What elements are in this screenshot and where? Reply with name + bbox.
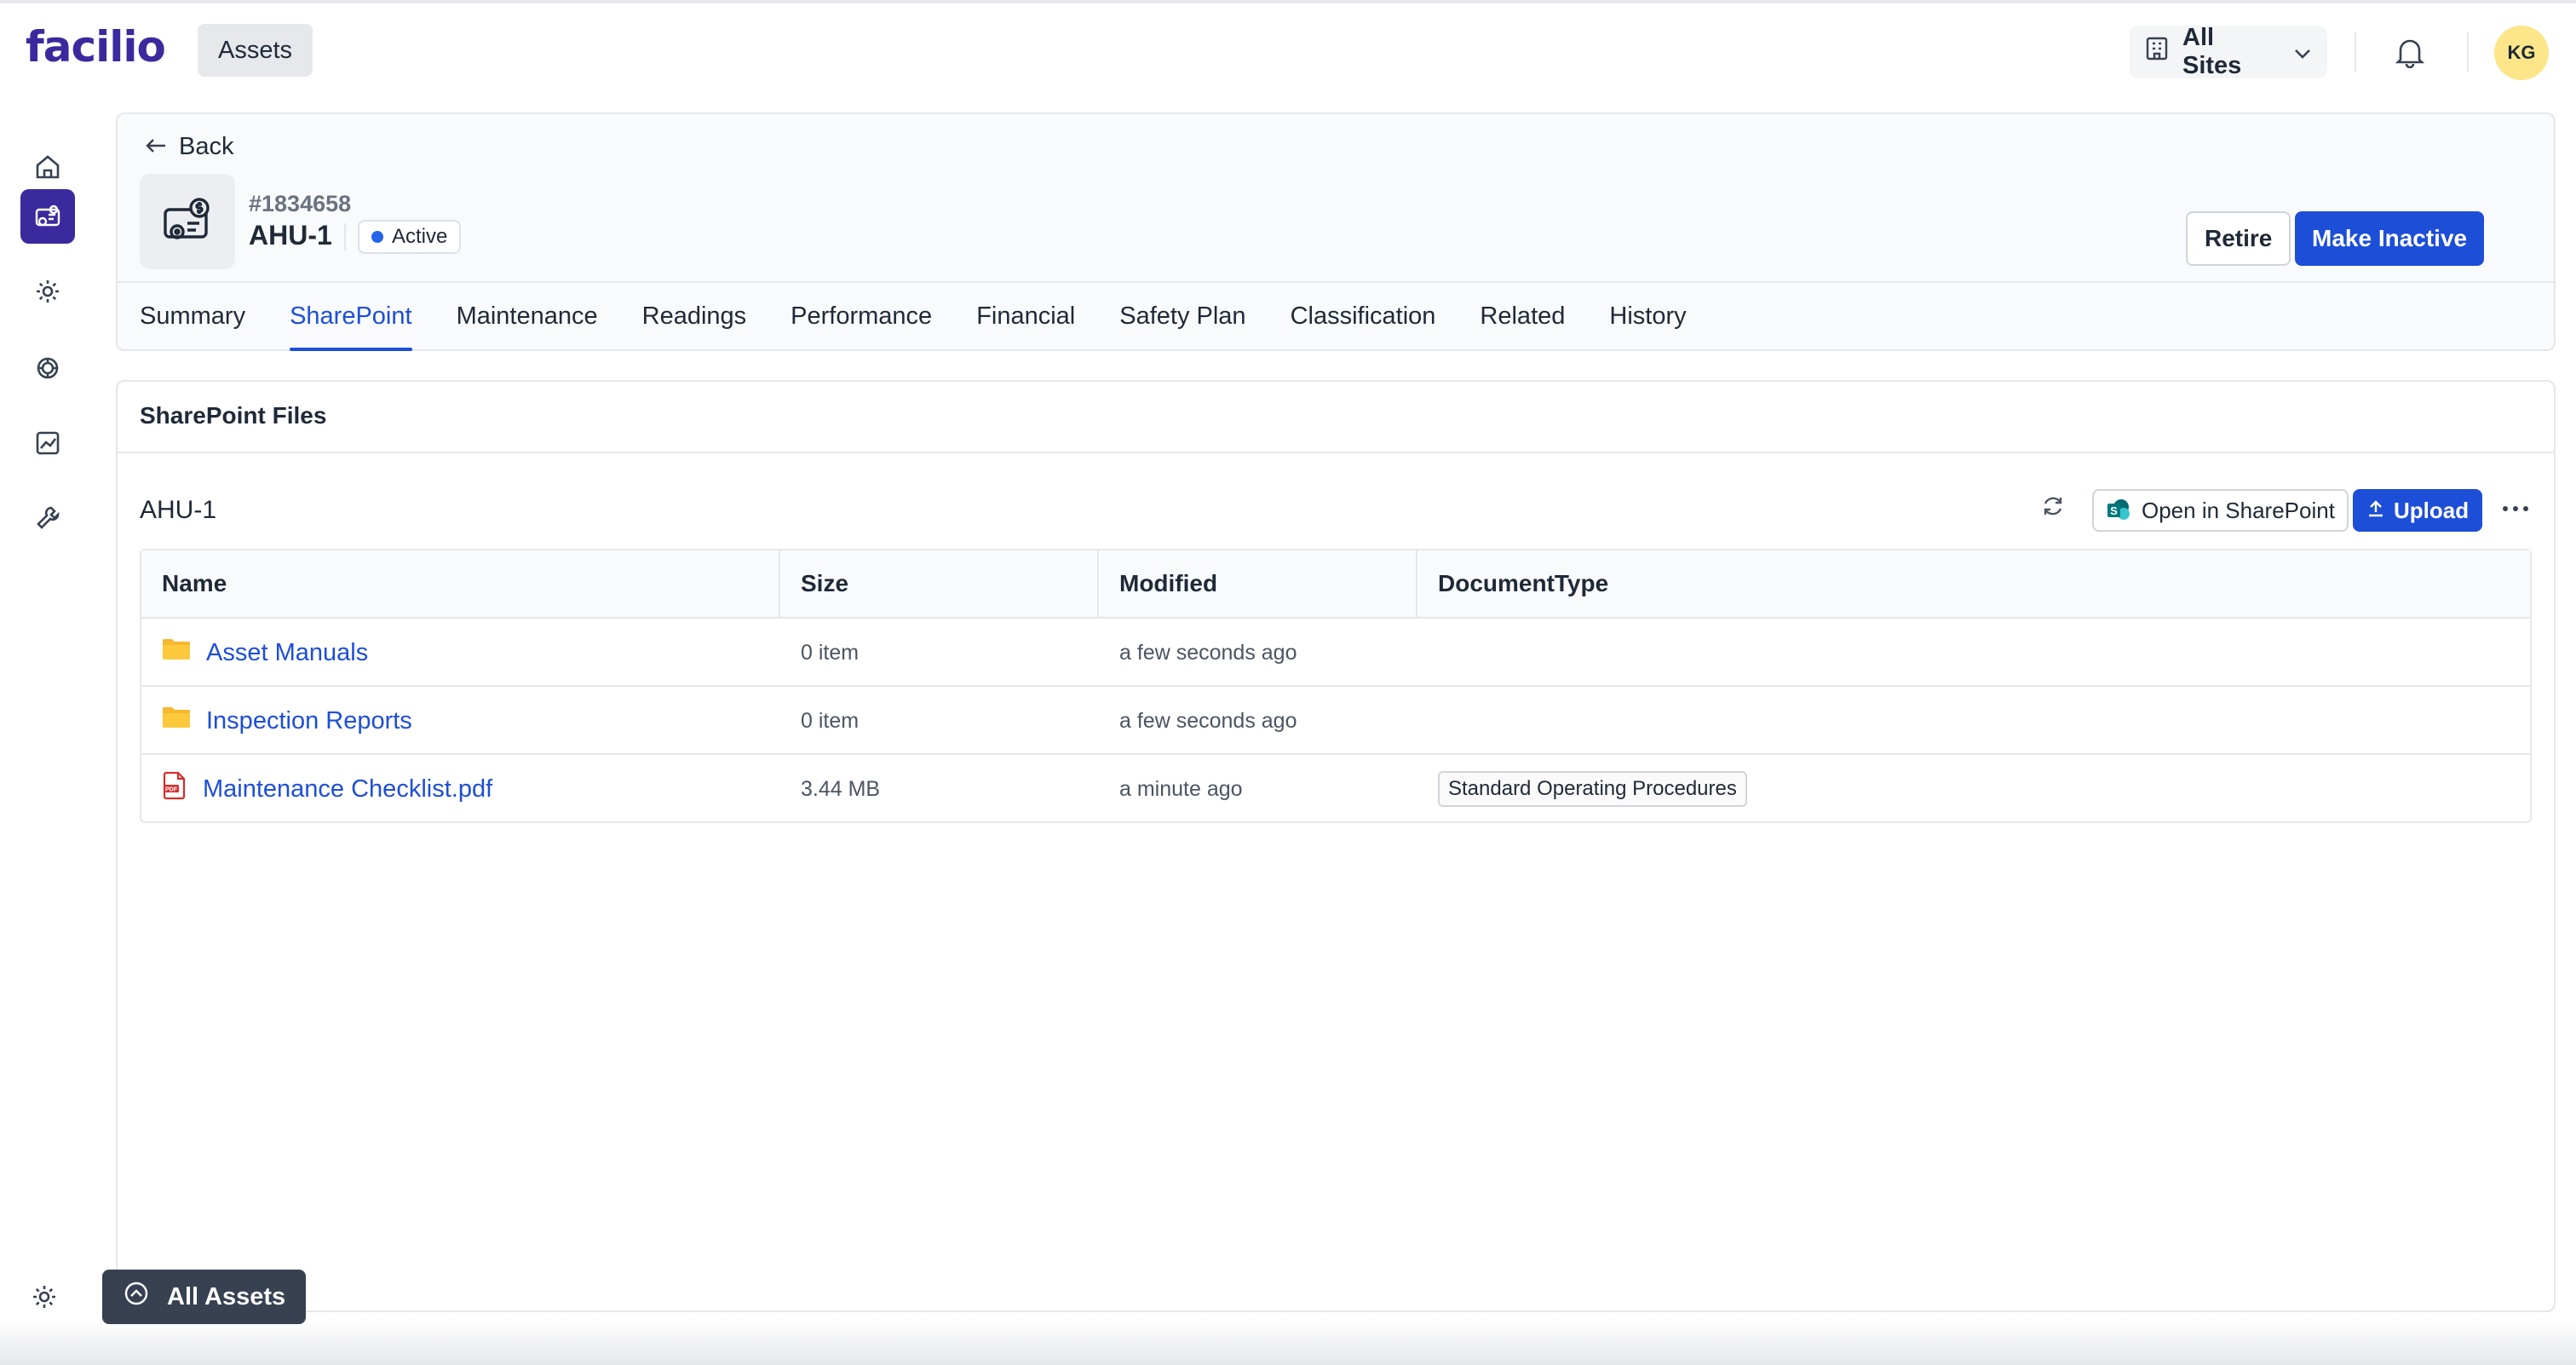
document-type-cell: Standard Operating Procedures [1438,755,1747,823]
back-button[interactable]: Back [145,133,233,161]
column-header-size[interactable]: Size [780,550,848,617]
assets-icon[interactable] [20,189,75,244]
asset-header-card: Back #1834658 AHU-1 Active Retire Make I… [116,112,2556,351]
status-badge: Active [358,220,462,254]
tab-financial[interactable]: Financial [954,281,1097,351]
avatar-initials: KG [2507,42,2536,63]
tab-maintenance[interactable]: Maintenance [434,281,620,351]
arrow-left-icon [145,133,167,161]
table-row[interactable]: PDF Maintenance Checklist.pdf 3.44 MB a … [141,755,2530,823]
title-divider [344,223,346,251]
column-header-document-type[interactable]: DocumentType [1417,550,1608,617]
asset-tabs: Summary SharePoint Maintenance Readings … [140,281,1709,351]
components-icon[interactable] [20,341,75,395]
column-header-modified[interactable]: Modified [1099,550,1217,617]
refresh-icon[interactable] [2041,494,2065,522]
sharepoint-logo-icon: S [2106,498,2131,523]
upload-label: Upload [2394,497,2470,523]
settings-icon[interactable] [31,1283,58,1315]
retire-label: Retire [2205,225,2273,251]
column-header-name[interactable]: Name [141,550,227,617]
more-horizontal-icon[interactable] [2503,506,2528,511]
file-name-link[interactable]: Asset Manuals [206,639,368,667]
header-divider [2355,32,2356,72]
user-avatar[interactable]: KG [2494,26,2549,80]
svg-text:PDF: PDF [165,787,178,793]
upload-button[interactable]: Upload [2353,489,2483,532]
file-name-cell[interactable]: PDF Maintenance Checklist.pdf [162,755,492,823]
upload-icon [2366,498,2385,524]
tools-icon[interactable] [20,491,75,545]
all-assets-label: All Assets [167,1282,286,1310]
bottom-edge [0,1319,2576,1365]
table-row[interactable]: Inspection Reports 0 item a few seconds … [141,687,2530,755]
tab-readings[interactable]: Readings [620,281,769,351]
document-type-tag: Standard Operating Procedures [1438,771,1747,807]
analytics-icon[interactable] [20,416,75,470]
tab-related[interactable]: Related [1458,281,1587,351]
section-divider [118,452,2554,453]
site-selector-label: All Sites [2182,24,2242,79]
pdf-file-icon: PDF [162,771,187,807]
building-icon [2145,36,2169,68]
tab-summary[interactable]: Summary [140,281,267,351]
asset-name: AHU-1 [249,220,332,251]
make-inactive-label: Make Inactive [2312,225,2468,251]
folder-icon [162,637,191,668]
file-name-link[interactable]: Maintenance Checklist.pdf [203,775,492,803]
table-row[interactable]: Asset Manuals 0 item a few seconds ago [141,619,2530,687]
asset-type-icon [140,174,235,269]
module-chip-assets[interactable]: Assets [198,24,313,77]
tab-sharepoint[interactable]: SharePoint [267,281,434,351]
all-assets-button[interactable]: All Assets [102,1270,307,1324]
file-size: 3.44 MB [801,776,881,801]
chevron-up-circle-icon [123,1280,150,1314]
current-folder-name: AHU-1 [140,496,217,524]
svg-text:S: S [2110,504,2118,517]
status-label: Active [392,225,448,248]
facilio-logo[interactable]: facilio [26,22,166,72]
file-name-cell[interactable]: Inspection Reports [162,687,412,755]
file-modified: a few seconds ago [1119,640,1297,665]
notification-bell-icon[interactable] [2395,36,2425,72]
tab-safety-plan[interactable]: Safety Plan [1097,281,1268,351]
section-title: SharePoint Files [140,402,327,429]
open-sharepoint-label: Open in SharePoint [2142,497,2335,523]
header-divider [2467,32,2469,72]
file-name-cell[interactable]: Asset Manuals [162,619,368,687]
top-header: facilio Assets All Sites KG [0,3,2576,102]
status-dot-icon [371,231,383,243]
file-size: 0 item [801,708,860,733]
logo-text: facilio [26,22,166,72]
home-icon[interactable] [20,140,75,194]
make-inactive-button[interactable]: Make Inactive [2295,211,2485,266]
tab-performance[interactable]: Performance [768,281,954,351]
file-modified: a minute ago [1119,776,1243,801]
files-table: Name Size Modified DocumentType Asset Ma… [140,549,2532,823]
sharepoint-files-card: SharePoint Files AHU-1 S Open in SharePo… [116,380,2556,1312]
file-size: 0 item [801,640,860,665]
chevron-down-icon [2293,38,2312,66]
file-name-link[interactable]: Inspection Reports [206,707,412,735]
settings-gear-icon[interactable] [20,264,75,319]
folder-icon [162,706,191,736]
back-label: Back [179,133,234,160]
retire-button[interactable]: Retire [2186,211,2291,266]
left-nav-rail [0,102,95,1365]
asset-id: #1834658 [249,191,352,216]
open-in-sharepoint-button[interactable]: S Open in SharePoint [2092,489,2349,532]
site-selector[interactable]: All Sites [2130,24,2327,79]
tab-classification[interactable]: Classification [1268,281,1458,351]
file-modified: a few seconds ago [1119,708,1297,733]
table-header: Name Size Modified DocumentType [141,550,2530,619]
module-label: Assets [218,36,293,64]
tab-history[interactable]: History [1587,281,1708,351]
